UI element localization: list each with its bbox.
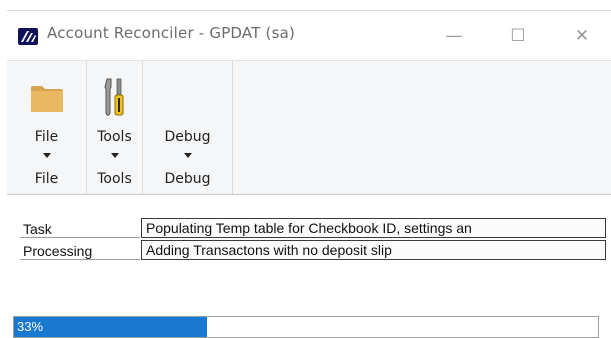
ribbon-group-file: File File: [7, 61, 87, 194]
minimize-button[interactable]: —: [437, 22, 471, 50]
file-button-label: File: [34, 129, 59, 145]
tools-button-label: Tools: [97, 129, 132, 145]
gp-logo-icon: [18, 28, 38, 45]
folder-icon: [30, 85, 64, 117]
ribbon-group-tools: Tools Tools: [87, 61, 143, 194]
tools-icon: [102, 77, 128, 121]
processing-row: Processing Adding Transactons with no de…: [20, 240, 606, 260]
processing-label: Processing: [20, 240, 140, 260]
ribbon-group-label-tools: Tools: [97, 171, 132, 187]
title-bar[interactable]: Account Reconciler - GPDAT (sa) — ☐ ✕: [7, 10, 611, 61]
processing-value: Adding Transactons with no deposit slip: [141, 240, 606, 260]
app-window: Account Reconciler - GPDAT (sa) — ☐ ✕ Fi…: [7, 10, 611, 338]
debug-button-label: Debug: [164, 129, 211, 145]
progress-text: 33%: [17, 319, 44, 334]
ribbon-group-debug: Debug Debug: [143, 61, 233, 194]
chevron-down-icon: [183, 153, 192, 158]
maximize-button[interactable]: ☐: [501, 22, 535, 50]
ribbon: File File Tools Tools Debug Debug: [7, 60, 611, 195]
task-label: Task: [20, 218, 140, 238]
task-value: Populating Temp table for Checkbook ID, …: [141, 218, 606, 238]
close-button[interactable]: ✕: [565, 22, 599, 50]
tools-button[interactable]: Tools: [87, 67, 142, 167]
window-title: Account Reconciler - GPDAT (sa): [47, 24, 296, 42]
progress-bar: 33%: [13, 316, 599, 338]
ribbon-group-label-debug: Debug: [164, 171, 211, 187]
file-button[interactable]: File: [7, 67, 86, 167]
ribbon-group-label-file: File: [34, 171, 59, 187]
chevron-down-icon: [110, 153, 119, 158]
chevron-down-icon: [42, 153, 51, 158]
debug-button[interactable]: Debug: [143, 67, 232, 167]
task-row: Task Populating Temp table for Checkbook…: [20, 218, 606, 238]
